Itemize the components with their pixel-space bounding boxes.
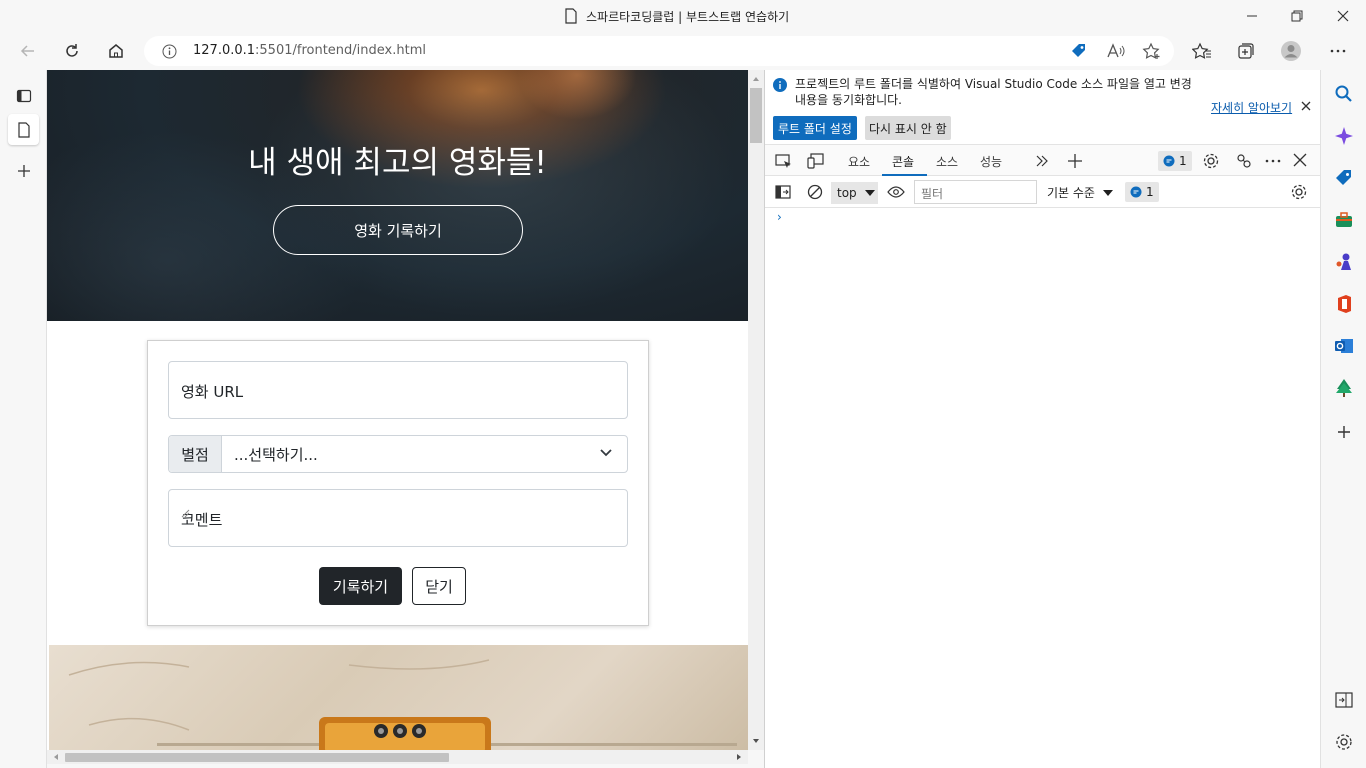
learn-more-link[interactable]: 자세히 알아보기 bbox=[1211, 99, 1292, 116]
back-icon[interactable] bbox=[17, 40, 39, 62]
dont-show-again-button[interactable]: 다시 표시 안 함 bbox=[865, 116, 951, 140]
horizontal-scroll-thumb[interactable] bbox=[65, 753, 449, 762]
read-aloud-icon[interactable] bbox=[1106, 42, 1126, 60]
message-count: 1 bbox=[1179, 154, 1187, 168]
refresh-icon[interactable] bbox=[61, 40, 83, 62]
live-expression-eye-icon[interactable] bbox=[887, 185, 905, 199]
vertical-tab-bar bbox=[0, 70, 47, 768]
office-icon[interactable] bbox=[1334, 294, 1354, 314]
tab-sources[interactable]: 소스 bbox=[936, 153, 958, 170]
sidebar-settings-icon[interactable] bbox=[1334, 732, 1354, 752]
hero-title: 내 생애 최고의 영화들! bbox=[248, 145, 547, 181]
tag-icon[interactable] bbox=[1070, 42, 1088, 60]
sidebar-toggle-icon[interactable] bbox=[775, 184, 791, 200]
page-horizontal-scrollbar[interactable] bbox=[47, 750, 748, 764]
restore-icon[interactable] bbox=[1287, 6, 1307, 26]
movie-url-input[interactable]: 영화 URL bbox=[168, 361, 628, 419]
url-text: 127.0.0.1:5501/frontend/index.html bbox=[193, 43, 426, 58]
devtools-tab-bar: 요소 콘솔 소스 성능 1 bbox=[765, 144, 1321, 176]
log-level-selector[interactable]: 기본 수준 bbox=[1047, 184, 1113, 201]
set-root-folder-button[interactable]: 루트 폴더 설정 bbox=[773, 116, 857, 140]
dropdown-arrow-icon bbox=[1102, 190, 1113, 196]
connection-icon[interactable] bbox=[1235, 152, 1253, 170]
movie-poster-image bbox=[49, 645, 748, 764]
tools-toolbox-icon[interactable] bbox=[1334, 210, 1354, 230]
close-devtools-icon[interactable] bbox=[1293, 153, 1307, 167]
shopping-tag-icon[interactable] bbox=[1334, 168, 1354, 188]
tree-icon[interactable] bbox=[1334, 378, 1354, 398]
console-filter-input[interactable]: 필터 bbox=[914, 180, 1037, 204]
console-settings-icon[interactable] bbox=[1290, 183, 1308, 201]
star-label: 별점 bbox=[169, 436, 222, 472]
home-icon[interactable] bbox=[105, 40, 127, 62]
message-icon bbox=[1130, 186, 1142, 198]
context-selector[interactable]: top bbox=[831, 182, 878, 204]
device-emulation-icon[interactable] bbox=[807, 153, 825, 169]
site-info-icon[interactable] bbox=[162, 44, 177, 59]
settings-gear-icon[interactable] bbox=[1202, 152, 1220, 170]
tab-performance[interactable]: 성능 bbox=[980, 153, 1002, 170]
web-page: 내 생애 최고의 영화들! 영화 기록하기 영화 URL 별점 ...선택하기.… bbox=[47, 70, 748, 764]
add-sidebar-app-icon[interactable] bbox=[1334, 422, 1354, 442]
devtools-more-icon[interactable] bbox=[1265, 153, 1281, 169]
games-icon[interactable] bbox=[1334, 252, 1354, 272]
hide-sidebar-icon[interactable] bbox=[1334, 690, 1354, 710]
minimize-icon[interactable] bbox=[1242, 6, 1262, 26]
record-movie-button[interactable]: 영화 기록하기 bbox=[273, 205, 523, 255]
close-window-icon[interactable] bbox=[1333, 6, 1353, 26]
resize-handle-icon[interactable] bbox=[181, 509, 625, 544]
tab-console[interactable]: 콘솔 bbox=[892, 153, 914, 170]
document-icon bbox=[564, 8, 578, 24]
tab-elements[interactable]: 요소 bbox=[848, 153, 870, 170]
edge-sidebar bbox=[1320, 70, 1366, 768]
save-button[interactable]: 기록하기 bbox=[319, 567, 402, 605]
chevron-down-icon[interactable] bbox=[599, 448, 613, 458]
vertical-scroll-thumb[interactable] bbox=[750, 88, 762, 143]
collections-icon[interactable] bbox=[1235, 40, 1257, 62]
devtools-panel: 프로젝트의 루트 폴더를 식별하여 Visual Studio Code 소스 … bbox=[764, 70, 1321, 768]
profile-icon[interactable] bbox=[1280, 40, 1302, 62]
console-prompt[interactable]: › bbox=[777, 210, 782, 224]
message-count-badge[interactable]: 1 bbox=[1158, 151, 1192, 171]
search-icon[interactable] bbox=[1334, 84, 1354, 104]
hero-banner: 내 생애 최고의 영화들! 영화 기록하기 bbox=[47, 70, 748, 321]
star-select[interactable]: ...선택하기... bbox=[234, 444, 318, 465]
page-vertical-scrollbar[interactable] bbox=[748, 70, 764, 750]
infobar-close-icon[interactable] bbox=[1301, 101, 1311, 111]
star-rating-group: 별점 ...선택하기... bbox=[168, 435, 628, 473]
log-level-value: 기본 수준 bbox=[1047, 186, 1095, 200]
address-bar[interactable]: 127.0.0.1:5501/frontend/index.html bbox=[144, 36, 1174, 66]
outlook-icon[interactable] bbox=[1334, 336, 1354, 356]
add-favorite-icon[interactable] bbox=[1142, 42, 1162, 60]
clear-console-icon[interactable] bbox=[807, 184, 823, 200]
context-value: top bbox=[837, 186, 857, 200]
message-icon bbox=[1163, 155, 1175, 167]
inspect-element-icon[interactable] bbox=[775, 153, 793, 169]
more-tabs-icon[interactable] bbox=[1035, 154, 1049, 168]
movie-form-card: 영화 URL 별점 ...선택하기... 코멘트 기록하기 닫기 bbox=[147, 340, 649, 626]
close-button[interactable]: 닫기 bbox=[412, 567, 466, 605]
movie-url-placeholder: 영화 URL bbox=[181, 383, 244, 401]
issues-count: 1 bbox=[1146, 185, 1154, 199]
more-options-icon[interactable] bbox=[1327, 40, 1349, 62]
browser-toolbar: 127.0.0.1:5501/frontend/index.html bbox=[0, 32, 1366, 70]
issues-count-badge[interactable]: 1 bbox=[1125, 182, 1159, 202]
favorites-icon[interactable] bbox=[1191, 40, 1213, 62]
info-icon bbox=[773, 78, 787, 92]
new-tab-icon[interactable] bbox=[8, 155, 39, 186]
devtools-infobar: 프로젝트의 루트 폴더를 식별하여 Visual Studio Code 소스 … bbox=[765, 70, 1321, 144]
comment-textarea[interactable]: 코멘트 bbox=[168, 489, 628, 547]
console-toolbar: top 필터 기본 수준 1 bbox=[765, 176, 1321, 208]
add-tab-icon[interactable] bbox=[1067, 153, 1083, 169]
copilot-sparkle-icon[interactable] bbox=[1334, 126, 1354, 146]
tab-actions-icon[interactable] bbox=[8, 80, 39, 111]
active-tab-page-icon[interactable] bbox=[8, 114, 39, 145]
window-title: 스파르타코딩클럽 | 부트스트랩 연습하기 bbox=[586, 10, 790, 24]
dropdown-arrow-icon bbox=[864, 190, 875, 196]
infobar-message: 프로젝트의 루트 폴더를 식별하여 Visual Studio Code 소스 … bbox=[795, 77, 1192, 107]
title-bar: 스파르타코딩클럽 | 부트스트랩 연습하기 bbox=[0, 0, 1366, 32]
